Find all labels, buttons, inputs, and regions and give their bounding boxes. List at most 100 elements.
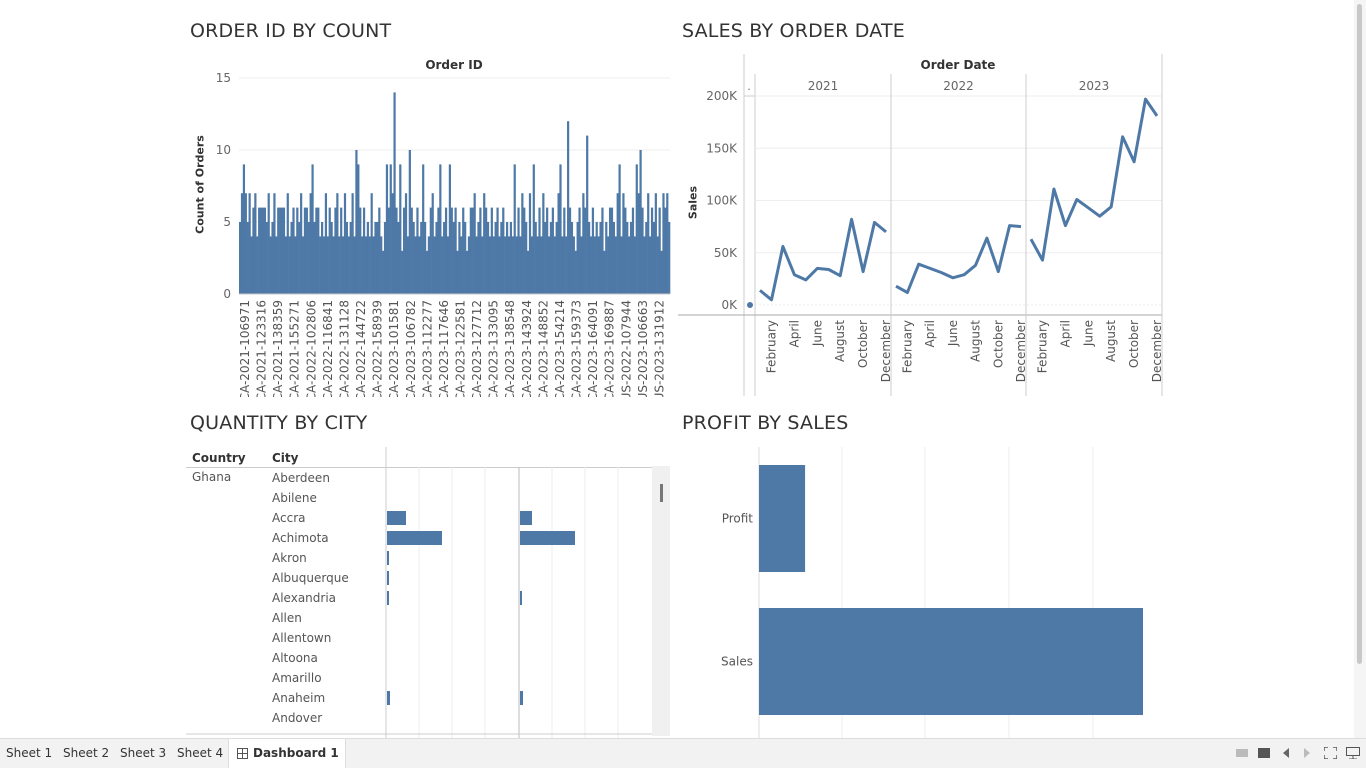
order-count-bar (410, 207, 413, 294)
sales-line-2021 (759, 217, 887, 302)
order-count-bar (584, 207, 587, 294)
order-count-bar (637, 193, 640, 294)
city-label: Anaheim (272, 691, 325, 705)
order-count-bar (485, 207, 488, 294)
dot-column-label: . (747, 80, 751, 93)
order-id-tick-label: CA-2023-148852 (536, 300, 550, 397)
order-id-tick-label: CA-2023-154214 (553, 300, 567, 397)
order-count-bar (250, 236, 253, 294)
order-count-bar (521, 193, 524, 294)
tab-sheet-1[interactable]: Sheet 1 (0, 739, 58, 768)
order-count-bar (284, 236, 287, 294)
prev-sheet-icon[interactable] (1282, 747, 1290, 762)
sheet-view-icon[interactable] (1258, 747, 1270, 762)
order-count-bar (622, 193, 625, 294)
order-count-bar (414, 236, 417, 294)
order-count-bar (542, 193, 545, 294)
fullscreen-icon[interactable] (1323, 746, 1338, 763)
tab-dashboard-1[interactable]: Dashboard 1 (228, 739, 346, 768)
order-count-bar (423, 222, 427, 294)
order-count-bar (239, 222, 242, 294)
order-id-tick-label: CA-2023-143924 (520, 300, 534, 397)
order-count-bar (645, 222, 648, 294)
city-list-scroll-thumb[interactable] (660, 484, 663, 502)
sales-y-tick-label: 0K (721, 298, 738, 312)
order-count-bar (254, 193, 257, 294)
order-count-chart[interactable]: 151050CA-2021-106971 CA-2021-123316 CA-202… (186, 72, 676, 397)
order-count-bar (433, 236, 436, 294)
order-count-bar (269, 236, 272, 294)
order-count-bar (437, 207, 440, 294)
order-count-bar (460, 236, 463, 294)
order-count-bar (265, 222, 268, 294)
order-count-bar (511, 236, 514, 294)
order-id-tick-label: CA-2022-144722 (354, 300, 368, 397)
order-id-tick-label: CA-2022-158939 (371, 300, 385, 397)
order-count-bar (488, 236, 492, 294)
city-label: Allentown (272, 631, 331, 645)
sales-line-2023 (1029, 97, 1159, 262)
order-count-bar (486, 222, 490, 294)
city-label: Albuquerque (272, 571, 349, 585)
page-scrollbar[interactable] (1354, 0, 1366, 738)
order-id-tick-label: CA-2023-112277 (420, 300, 434, 397)
order-count-bar (641, 207, 644, 294)
order-count-bar (525, 222, 528, 294)
order-count-bar (252, 207, 255, 294)
country-label: Ghana (192, 470, 231, 484)
order-count-bar (547, 236, 551, 294)
order-count-bar (446, 236, 450, 294)
order-count-bar (296, 207, 299, 294)
city-list-scrollbar[interactable] (652, 466, 670, 736)
quantity-by-city-table[interactable]: Country City Ghana Aberdeen Abilene Accra Ac… (186, 447, 672, 738)
order-count-bar (387, 207, 390, 294)
order-count-bar (557, 193, 560, 294)
order-count-bar (418, 236, 421, 294)
order-id-tick-label: CA-2023-159373 (570, 300, 584, 397)
filmstrip-view-icon[interactable] (1236, 747, 1248, 762)
order-id-tick-label: CA-2022-131128 (338, 300, 352, 397)
order-count-bar (397, 222, 400, 294)
order-count-bar (477, 222, 480, 294)
order-count-bar (610, 207, 614, 294)
presentation-mode-icon[interactable] (1346, 747, 1360, 763)
order-id-tick-label: CA-2023-122581 (454, 300, 468, 397)
order-count-bar (591, 207, 595, 294)
order-count-bar (263, 207, 266, 294)
page-scroll-thumb[interactable] (1357, 4, 1362, 664)
order-count-bar (448, 164, 451, 294)
order-count-bar (275, 236, 278, 294)
order-id-tick-label: US-2023-131912 (652, 300, 666, 397)
order-count-bar (321, 222, 324, 294)
order-count-bar (464, 222, 467, 294)
order-count-bar (528, 193, 532, 294)
order-count-bar (311, 164, 314, 294)
next-sheet-icon[interactable] (1303, 747, 1311, 762)
order-count-bar (359, 207, 362, 294)
sales-line-2022 (895, 224, 1022, 294)
order-count-bar (389, 164, 392, 294)
order-count-bar (454, 207, 457, 294)
order-count-bar (530, 236, 533, 294)
sales-date-title: SALES BY ORDER DATE (682, 20, 906, 42)
order-count-bar (473, 193, 476, 294)
order-count-bar (490, 207, 493, 294)
order-count-bar (546, 207, 549, 294)
order-count-bar (599, 222, 602, 294)
order-count-bar (412, 222, 415, 294)
order-count-bar (326, 236, 329, 294)
order-count-bar (549, 222, 553, 294)
order-count-bar (597, 236, 600, 294)
order-count-bar (338, 236, 341, 294)
profit-sales-chart[interactable]: Profit Sales (676, 447, 1166, 738)
sales-date-chart[interactable]: . 200K 150K 100K 50K 0K 2021 February April June A… (676, 54, 1166, 399)
month-tick-label: June (810, 320, 824, 347)
order-count-bar (401, 250, 404, 294)
order-count-bar (429, 207, 432, 294)
sales-extra-point (747, 302, 753, 308)
tab-sheet-2[interactable]: Sheet 2 (57, 739, 115, 768)
tab-sheet-3[interactable]: Sheet 3 (114, 739, 172, 768)
tab-sheet-4[interactable]: Sheet 4 (171, 739, 229, 768)
sheet-tab-bar: Sheet 1 Sheet 2 Sheet 3 Sheet 4 Dashboar… (0, 738, 1366, 768)
sales-y-tick-label: 100K (706, 194, 738, 208)
